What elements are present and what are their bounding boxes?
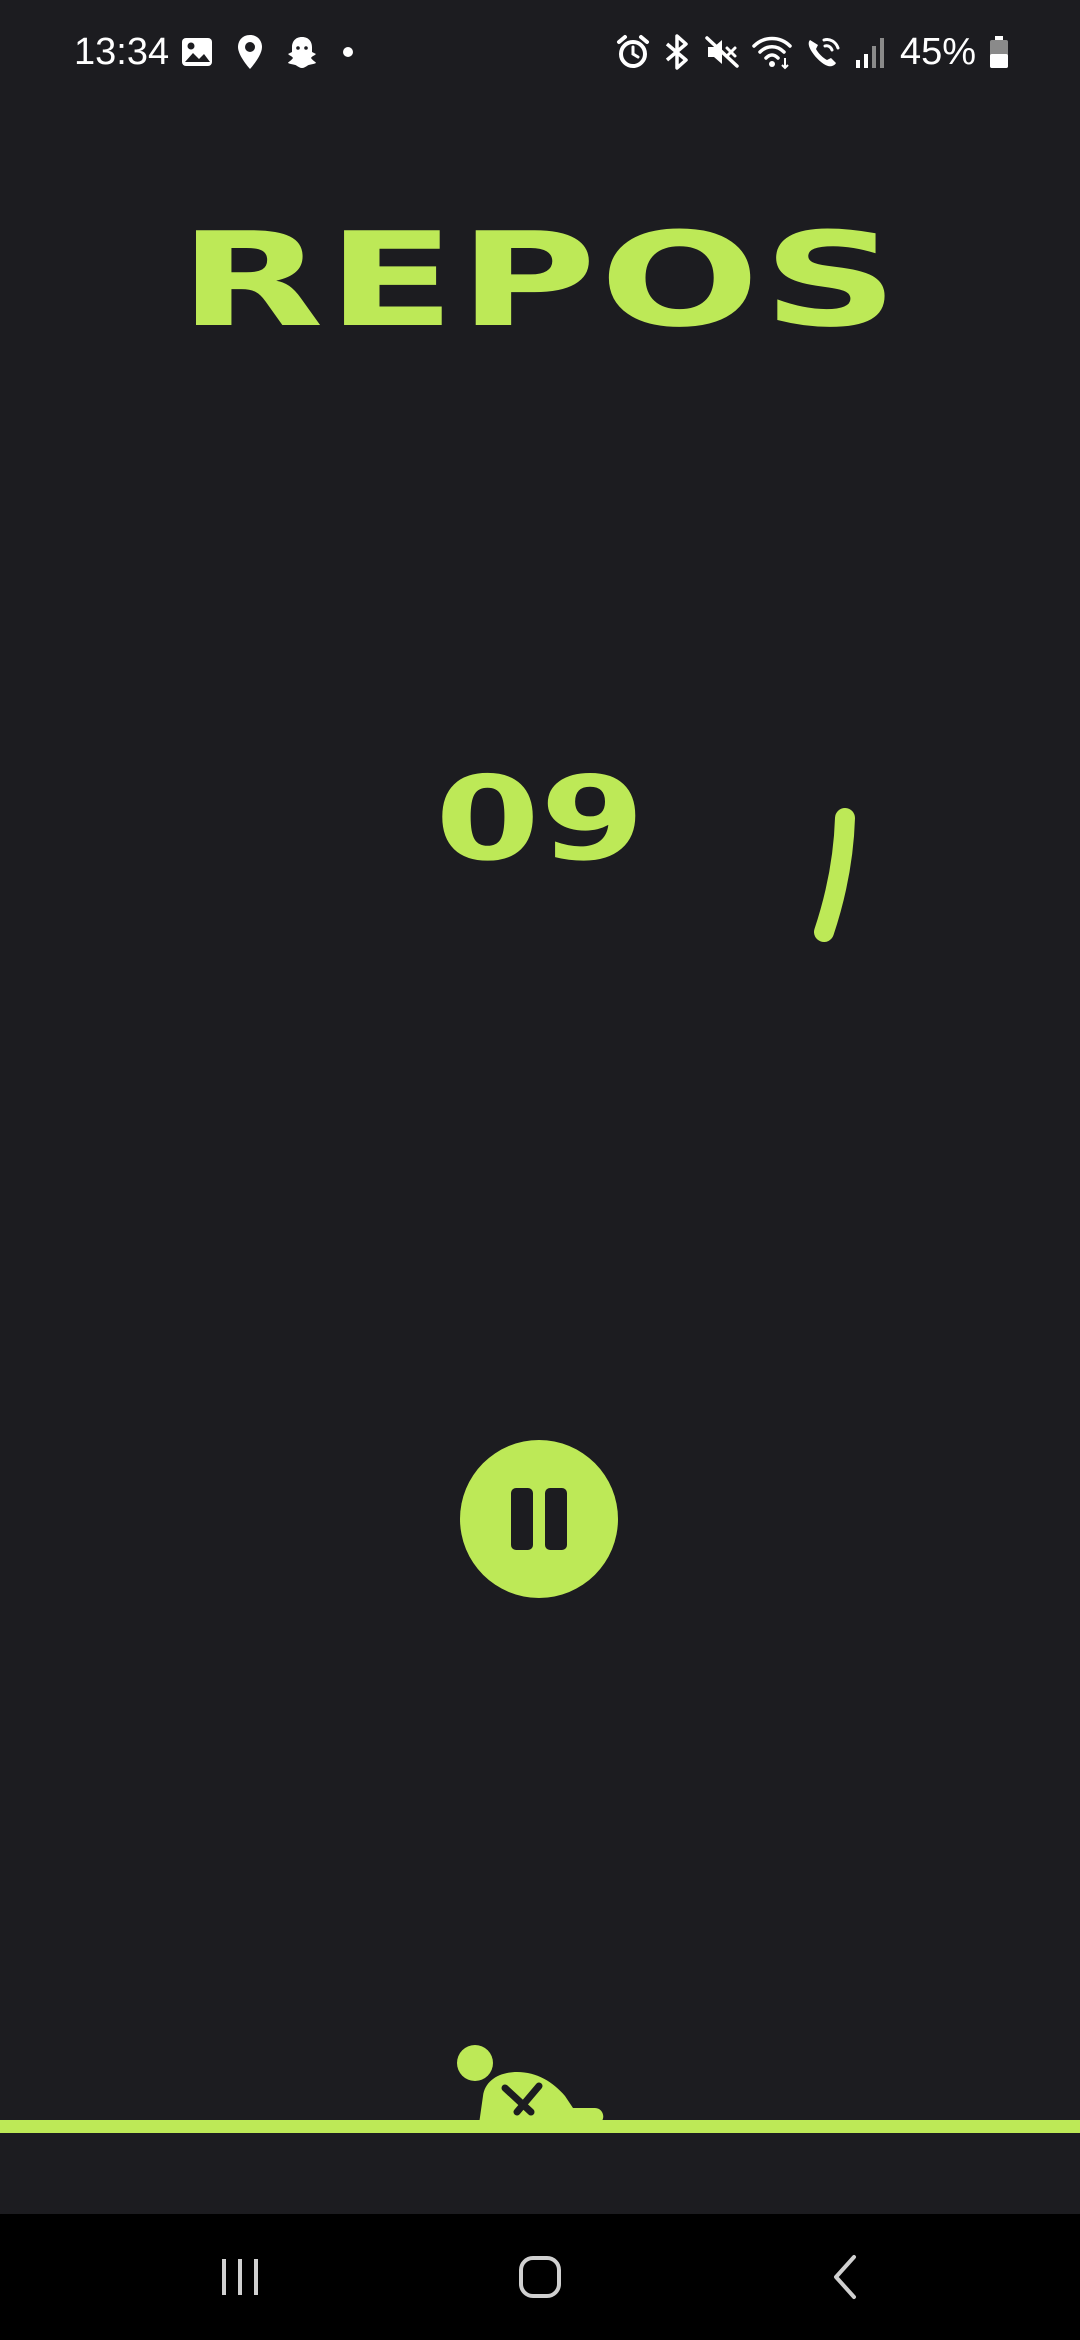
pause-button[interactable] [460,1440,618,1598]
back-icon [828,2253,860,2301]
wifi-calling-icon [804,34,842,70]
bluetooth-icon [662,34,692,70]
home-button[interactable] [440,2214,640,2340]
battery-icon [988,34,1010,70]
countdown-timer: 09 [435,752,645,887]
ground-line [0,2120,1080,2133]
timer-progress-arc [814,808,855,942]
notification-dot-icon [340,44,356,60]
location-pin-icon [236,34,264,70]
gallery-icon [180,35,214,69]
pause-icon-bar [545,1488,567,1550]
signal-icon [854,34,888,70]
back-button[interactable] [744,2214,944,2340]
snapchat-ghost-icon [286,35,318,69]
wifi-icon [752,34,792,70]
battery-percent: 45% [899,31,976,73]
recents-button[interactable] [140,2214,340,2340]
navigation-bar [0,2214,1080,2340]
screen-title: REPOS [178,204,902,356]
status-right-icons: 45% [616,28,1010,76]
pause-icon [511,1488,533,1550]
status-left-icons [180,32,356,72]
recents-icon [218,2257,262,2297]
rest-timer-screen: 13:34 45% REPOS 09 [0,0,1080,2340]
resting-figure-icon [457,2045,604,2124]
home-icon [518,2255,562,2299]
mute-icon [704,34,740,70]
status-bar: 13:34 45% [0,0,1080,104]
alarm-icon [616,34,650,70]
status-time: 13:34 [74,31,170,73]
